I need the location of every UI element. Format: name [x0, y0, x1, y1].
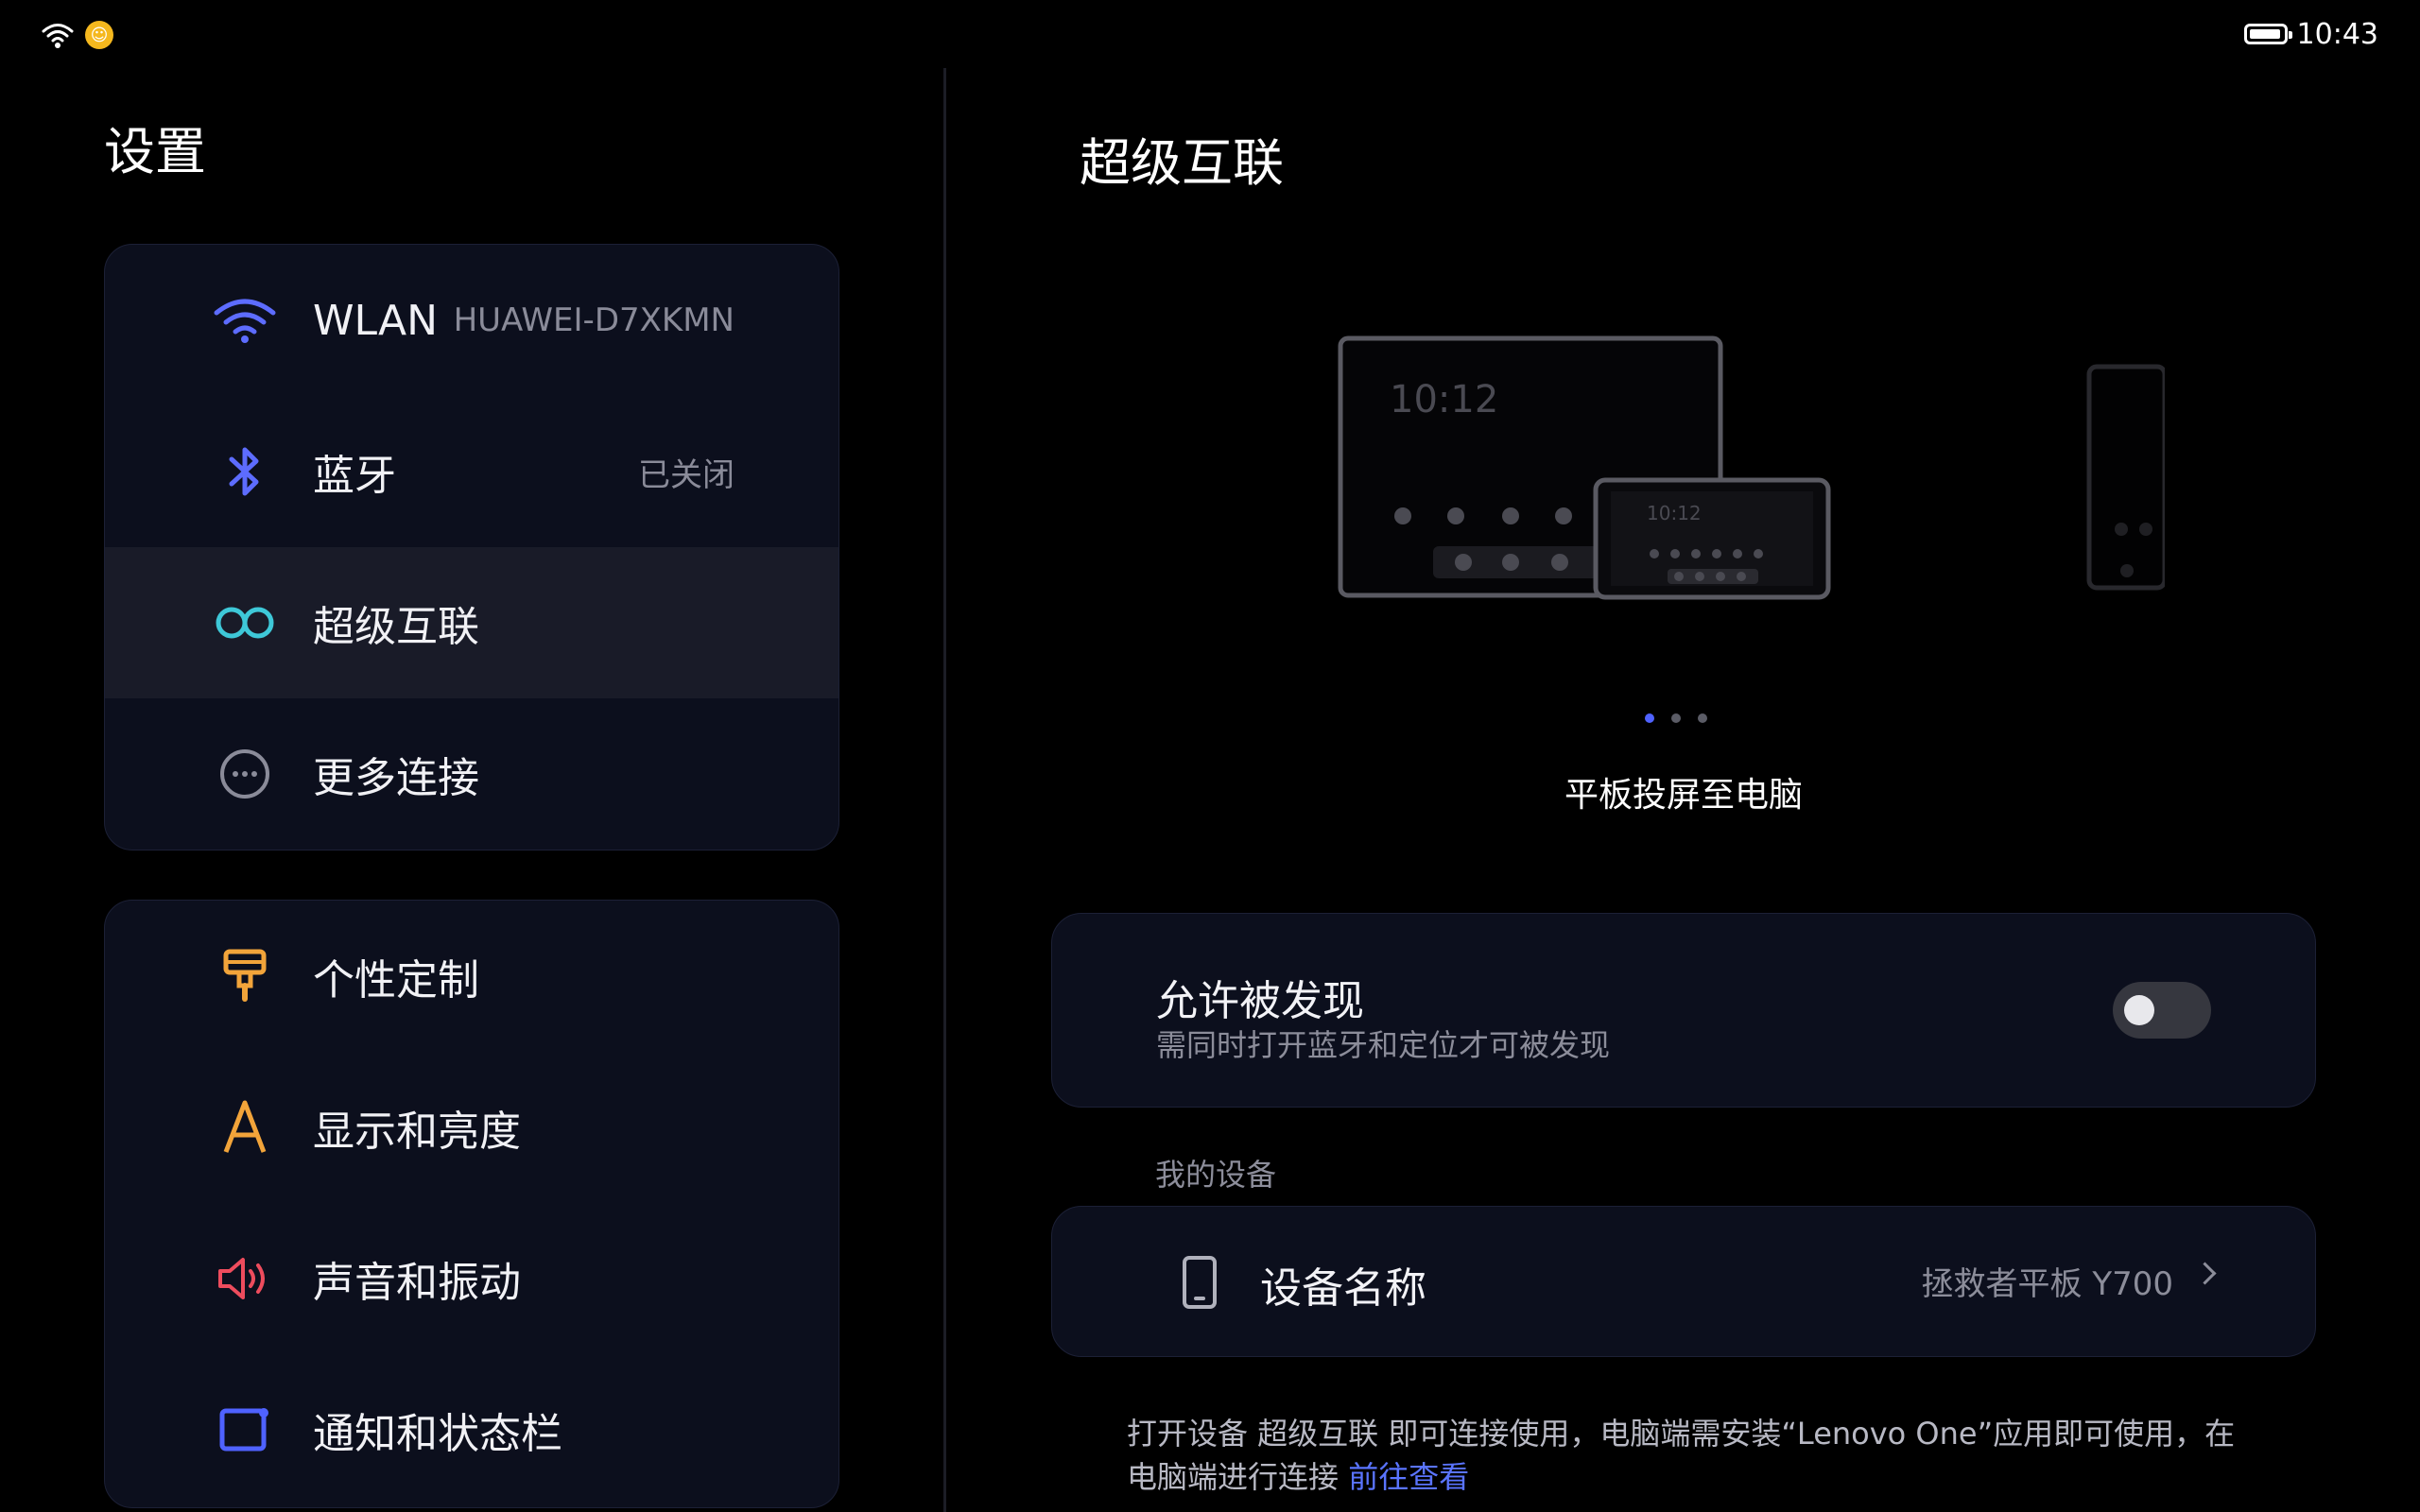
personalization-group: 个性定制 显示和亮度 声音和振动 通知和状态栏 [104, 900, 839, 1508]
connectivity-group: WLAN HUAWEI-D7XKMN 蓝牙 已关闭 超级互联 更多连接 [104, 244, 839, 850]
settings-item-label: 显示和亮度 [313, 1108, 521, 1156]
page-title: 超级互联 [1080, 133, 1284, 193]
settings-item-bluetooth[interactable]: 蓝牙 已关闭 [105, 396, 838, 547]
my-devices-label: 我的设备 [1155, 1157, 1277, 1193]
settings-title: 设置 [104, 122, 206, 181]
chevron-right-icon [2193, 1262, 2217, 1285]
discoverable-toggle[interactable] [2113, 982, 2211, 1039]
coin-notification-icon: ☺ [85, 21, 113, 49]
tablet-time: 10:12 [1390, 378, 1498, 421]
wifi-status-icon [42, 24, 74, 48]
page-dot[interactable] [1698, 713, 1707, 723]
font-a-icon [213, 1095, 277, 1160]
panel-divider [943, 68, 946, 1512]
discoverable-subtitle: 需同时打开蓝牙和定位才可被发现 [1156, 1027, 1611, 1063]
discoverable-title: 允许被发现 [1156, 977, 1364, 1025]
carousel-illustration[interactable]: 10:12 10:12 [1333, 331, 2165, 614]
settings-item-super-link[interactable]: 超级互联 [105, 547, 838, 698]
settings-item-notifications[interactable]: 通知和状态栏 [105, 1354, 838, 1505]
settings-item-label: 声音和振动 [313, 1259, 521, 1307]
settings-item-label: WLAN [313, 296, 439, 345]
settings-item-personalize[interactable]: 个性定制 [105, 901, 838, 1052]
bluetooth-icon [213, 439, 277, 504]
settings-item-label: 蓝牙 [313, 452, 396, 500]
device-name-label: 设备名称 [1260, 1264, 1426, 1313]
battery-icon [2243, 24, 2292, 44]
help-note: 打开设备 超级互联 即可连接使用，电脑端需安装“Lenovo One”应用即可使… [1127, 1412, 2261, 1499]
infinity-link-icon [213, 591, 277, 655]
settings-item-label: 通知和状态栏 [313, 1410, 562, 1458]
speaker-icon [213, 1246, 277, 1311]
settings-item-display[interactable]: 显示和亮度 [105, 1052, 838, 1203]
carousel-caption: 平板投屏至电脑 [1564, 776, 1803, 815]
carousel-page-indicator[interactable] [1645, 713, 1707, 723]
status-bar-left: ☺ [42, 17, 113, 53]
view-more-link[interactable]: 前往查看 [1348, 1459, 1469, 1495]
settings-item-label: 更多连接 [313, 754, 479, 802]
settings-item-wlan[interactable]: WLAN HUAWEI-D7XKMN [105, 245, 838, 396]
device-name-row[interactable]: 设备名称 拯救者平板 Y700 [1051, 1206, 2316, 1357]
page-dot[interactable] [1671, 713, 1681, 723]
more-circle-icon [213, 742, 277, 806]
page-dot[interactable] [1645, 713, 1654, 723]
discoverable-card: 允许被发现 需同时打开蓝牙和定位才可被发现 [1051, 913, 2316, 1108]
wifi-icon [213, 288, 277, 352]
toggle-knob [2124, 995, 2154, 1025]
settings-item-more-connections[interactable]: 更多连接 [105, 698, 838, 850]
tablet-device-icon [1183, 1256, 1217, 1309]
phone-time: 10:12 [1647, 502, 1702, 524]
help-note-text: 打开设备 超级互联 即可连接使用，电脑端需安装“Lenovo One”应用即可使… [1127, 1416, 2236, 1495]
settings-item-label: 超级互联 [313, 603, 479, 651]
brush-icon [213, 944, 277, 1008]
status-bar-right: 10:43 [2243, 13, 2378, 55]
wlan-network-name: HUAWEI-D7XKMN [453, 301, 735, 339]
settings-item-label: 个性定制 [313, 956, 479, 1005]
device-name-value: 拯救者平板 Y700 [1921, 1265, 2173, 1303]
notification-panel-icon [213, 1398, 277, 1462]
settings-item-sound[interactable]: 声音和振动 [105, 1203, 838, 1354]
bluetooth-status: 已关闭 [638, 455, 735, 494]
clock: 10:43 [2296, 17, 2378, 51]
next-slide-preview [2086, 364, 2165, 591]
phone-illustration: 10:12 [1593, 477, 1831, 600]
